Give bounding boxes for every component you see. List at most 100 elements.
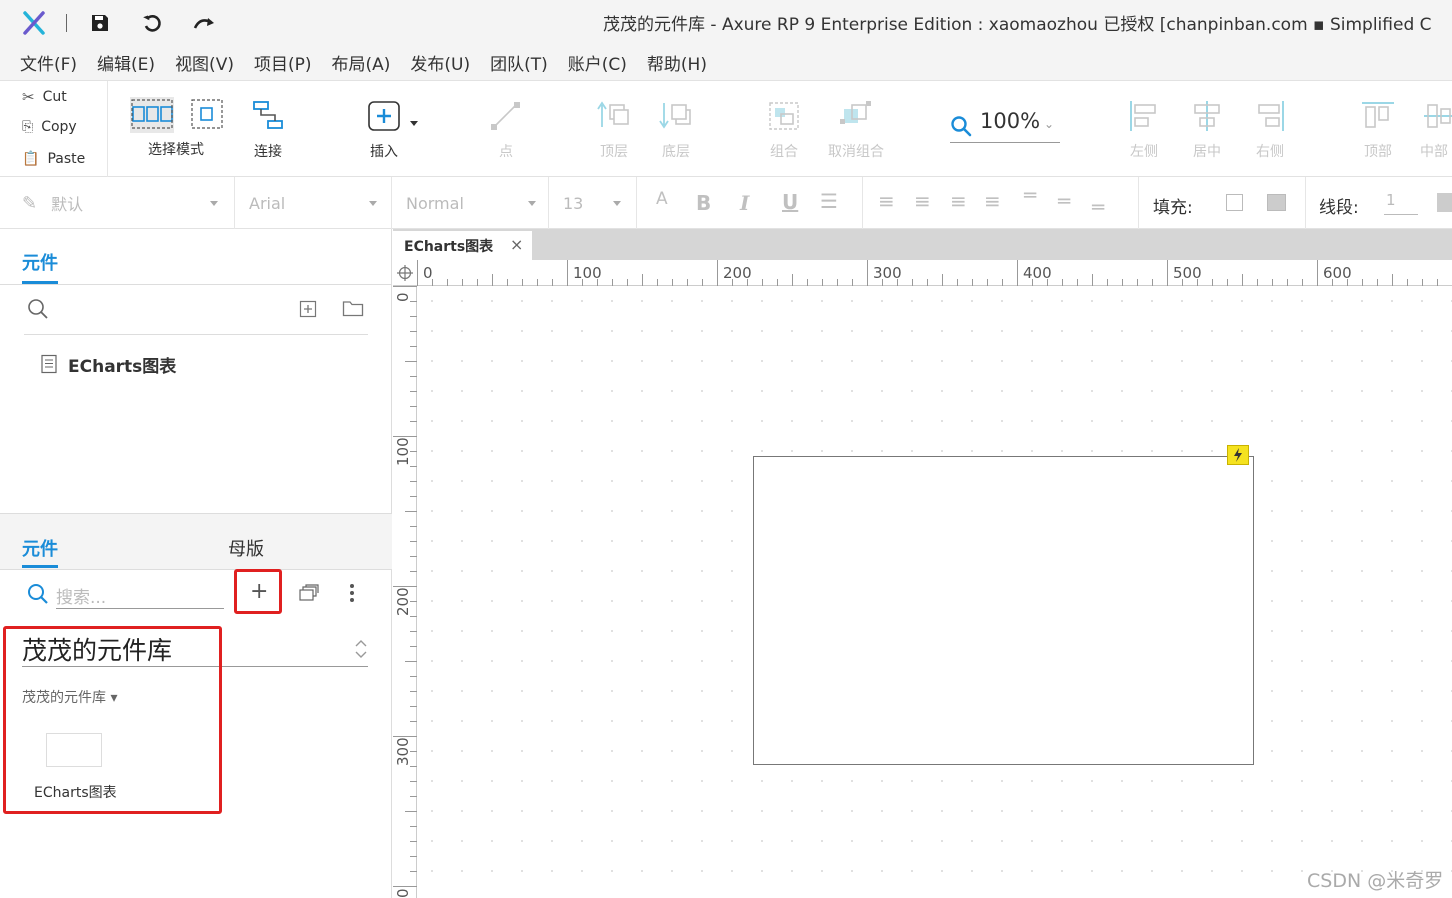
connector-icon: [253, 101, 283, 129]
align-top-button[interactable]: 顶部: [1358, 99, 1398, 161]
fill-image-swatch[interactable]: [1267, 194, 1286, 211]
zoom-value: 100%: [980, 109, 1041, 133]
design-canvas[interactable]: CSDN @米奇罗: [417, 286, 1452, 898]
group-button[interactable]: 组合: [764, 99, 804, 161]
h-ruler-label: 600: [1323, 264, 1352, 282]
align-center-icon: [1194, 101, 1220, 131]
stroke-label: 线段:: [1319, 198, 1359, 218]
add-page-icon[interactable]: [299, 300, 317, 318]
stroke-width-input[interactable]: 1: [1384, 191, 1418, 215]
fill-color-swatch[interactable]: [1226, 194, 1243, 211]
copy-label: Copy: [41, 119, 77, 135]
horizontal-ruler: 0 100 200 300 400 500 600: [393, 260, 1452, 286]
add-folder-icon[interactable]: [342, 299, 364, 317]
crosshair-icon[interactable]: [396, 264, 414, 282]
font-color-icon[interactable]: A: [656, 189, 668, 209]
style-bar: ✎ 默认 Arial Normal 13 A B I U ☰ ≡ ≡ ≡ ≡ ═…: [0, 177, 1452, 229]
style-value: 默认: [51, 195, 84, 214]
point-icon: [491, 102, 520, 130]
more-options-icon[interactable]: [350, 584, 354, 602]
underline-icon[interactable]: U: [782, 190, 798, 214]
menu-arrange[interactable]: 布局(A): [322, 50, 401, 75]
align-text-right-icon[interactable]: ≡: [950, 189, 967, 213]
paste-button[interactable]: 📋 Paste: [22, 151, 85, 167]
menu-project[interactable]: 项目(P): [244, 50, 322, 75]
chevron-down-icon: [613, 201, 621, 206]
copy-button[interactable]: ⎘ Copy: [22, 119, 77, 135]
align-right-button[interactable]: 右侧: [1250, 99, 1290, 161]
align-middle-button[interactable]: 中部: [1420, 99, 1452, 161]
connect-button[interactable]: 连接: [248, 99, 288, 161]
library-pages-icon[interactable]: [298, 584, 320, 602]
align-text-center-icon[interactable]: ≡: [914, 189, 931, 213]
close-icon[interactable]: ×: [510, 236, 523, 254]
search-placeholder: 搜索...: [56, 588, 107, 608]
align-middle-icon: [1424, 104, 1452, 128]
menu-view[interactable]: 视图(V): [165, 50, 244, 75]
select-mode-button[interactable]: 选择模式: [128, 97, 228, 158]
title-bar: 茂茂的元件库 - Axure RP 9 Enterprise Edition :…: [0, 0, 1452, 44]
align-right-label: 右侧: [1256, 144, 1284, 160]
bullet-list-icon[interactable]: ☰: [820, 189, 838, 213]
font-size-value: 13: [563, 193, 584, 213]
stroke-color-swatch[interactable]: [1437, 193, 1452, 212]
echarts-widget-box[interactable]: [753, 456, 1254, 765]
h-ruler-label: 200: [723, 264, 752, 282]
zoom-search-icon: [951, 116, 972, 137]
masters-tab[interactable]: 母版: [228, 535, 264, 561]
align-text-left-icon[interactable]: ≡: [878, 189, 895, 213]
valign-top-icon[interactable]: ═: [1024, 183, 1036, 207]
scissors-icon: ✂: [22, 88, 35, 106]
menu-account[interactable]: 账户(C): [558, 50, 637, 75]
send-to-back-button[interactable]: 底层: [656, 99, 696, 161]
undo-button[interactable]: [139, 10, 165, 36]
valign-bottom-icon[interactable]: ═: [1092, 195, 1104, 219]
v-ruler-label: 100: [394, 437, 412, 466]
page-list-item[interactable]: ECharts图表: [40, 351, 176, 377]
menu-file[interactable]: 文件(F): [10, 50, 87, 75]
valign-middle-icon[interactable]: ═: [1058, 189, 1070, 213]
menu-team[interactable]: 团队(T): [480, 50, 558, 75]
divider: [0, 569, 392, 570]
widgets-tab[interactable]: 元件: [22, 535, 58, 561]
pages-tab[interactable]: 元件: [22, 249, 58, 275]
widget-search-input[interactable]: 搜索...: [56, 581, 224, 609]
menu-help[interactable]: 帮助(H): [637, 50, 717, 75]
doc-tab[interactable]: ECharts图表 ×: [393, 229, 532, 260]
cut-button[interactable]: ✂ Cut: [22, 88, 67, 106]
bold-icon[interactable]: B: [696, 191, 711, 215]
fill-label: 填充:: [1153, 198, 1193, 218]
align-center-label: 居中: [1193, 144, 1221, 160]
chevron-down-icon: [369, 201, 377, 206]
ungroup-button[interactable]: 取消组合: [826, 99, 886, 161]
align-center-button[interactable]: 居中: [1187, 99, 1227, 161]
window-title: 茂茂的元件库 - Axure RP 9 Enterprise Edition :…: [603, 15, 1432, 35]
bring-to-front-button[interactable]: 顶层: [594, 99, 634, 161]
h-ruler-label: 300: [873, 264, 902, 282]
select-mode-label: 选择模式: [148, 142, 204, 158]
font-family-select[interactable]: Arial: [235, 177, 392, 229]
zoom-control[interactable]: 100% ⌄: [950, 109, 1060, 143]
insert-button[interactable]: 插入: [366, 99, 422, 161]
font-weight-select[interactable]: Normal: [392, 177, 549, 229]
save-button[interactable]: [87, 10, 113, 36]
point-button[interactable]: 点: [486, 99, 526, 161]
active-tab-indicator: [22, 565, 58, 568]
align-top-label: 顶部: [1364, 144, 1392, 160]
style-select[interactable]: ✎ 默认: [0, 177, 235, 229]
divider: [1138, 177, 1139, 229]
align-left-button[interactable]: 左侧: [1124, 99, 1164, 161]
point-label: 点: [499, 144, 513, 160]
italic-icon[interactable]: I: [740, 191, 749, 215]
add-library-icon[interactable]: +: [250, 581, 268, 603]
highlight-library-content: [3, 626, 222, 814]
lightning-icon: [1234, 448, 1242, 462]
align-text-justify-icon[interactable]: ≡: [984, 189, 1001, 213]
search-icon[interactable]: [26, 297, 50, 321]
font-size-select[interactable]: 13: [549, 177, 637, 229]
ungroup-label: 取消组合: [828, 144, 884, 160]
menu-publish[interactable]: 发布(U): [400, 50, 480, 75]
redo-button[interactable]: [191, 10, 217, 36]
menu-edit[interactable]: 编辑(E): [87, 50, 165, 75]
interaction-lightning-icon[interactable]: [1227, 445, 1249, 465]
